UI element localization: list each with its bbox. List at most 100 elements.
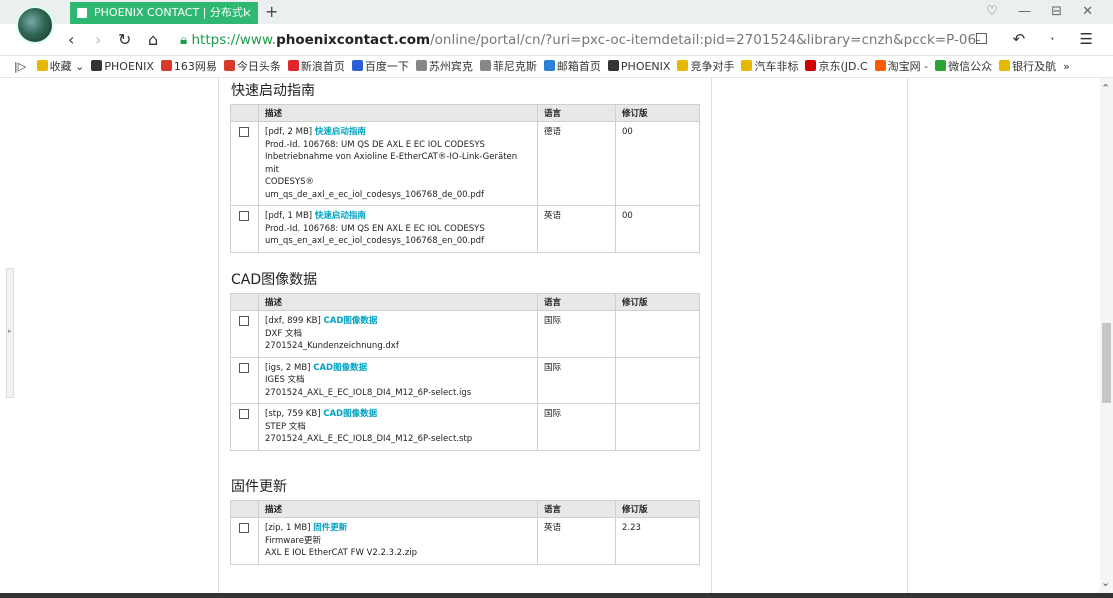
bookmark-label: 百度一下 [364,60,409,73]
lock-icon: 🔒︎ [180,32,192,48]
select-checkbox[interactable] [239,316,249,326]
forward-icon[interactable]: › [95,30,101,49]
browser-tab[interactable]: PHOENIX CONTACT | 分布式I × [70,2,258,24]
reload-icon[interactable]: ↻ [118,30,131,49]
language-cell: 国际 [537,403,616,451]
download-link[interactable]: 快速启动指南 [315,211,366,221]
cad-table: 描述 语言 修订版 [dxf, 899 KB] CAD图像数据 DXF 文档 270152… [230,293,700,451]
download-link[interactable]: CAD图像数据 [313,363,367,373]
window-controls[interactable]: ♡ — ⊟ ✕ [986,4,1101,19]
bookmark-label: 收藏 ⌄ [49,60,85,73]
bookmarks-bar: |▷ 收藏 ⌄ PHOENIX 163网易 今日头条 新浪首页 百度一下 苏州宾克 菲尼克斯 邮… [0,56,1113,78]
bookmark-label: 今日头条 [236,60,281,73]
bookmark-item[interactable]: 今日头条 [223,56,281,77]
checkbox-cell [230,517,259,565]
bookmark-label: 邮箱首页 [556,60,601,73]
file-meta: [pdf, 2 MB] [265,127,313,137]
table-row: [dxf, 899 KB] CAD图像数据 DXF 文档 2701524_Kunde… [230,310,700,358]
checkbox-cell [230,205,259,253]
description-cell: [pdf, 2 MB] 快速启动指南 Prod.-Id. 106768: UM Q… [258,121,538,206]
checkbox-cell [230,121,259,206]
sidebar-toggle-icon[interactable]: |▷ [14,56,26,77]
side-panel-handle[interactable]: ▸ [6,268,14,398]
download-link[interactable]: 固件更新 [313,523,347,533]
checkbox-cell [230,310,259,358]
description-line: 2701524_AXL_E_EC_IOL8_DI4_M12_6P-select.… [265,387,472,398]
bookmark-icon [999,60,1011,71]
bookmark-item[interactable]: 苏州宾克 [415,56,473,77]
description-line: Prod.-Id. 106768: UM QS EN AXL E EC IOL … [265,223,485,234]
vertical-scrollbar[interactable]: ⌃ ⌄ [1100,78,1113,593]
bookmark-icon [160,60,172,71]
bookmark-item[interactable]: 菲尼克斯 [479,56,537,77]
description-line: Inbetriebnahme von Axioline E-EtherCAT®-… [265,152,518,175]
url-host: phoenixcontact.com [276,32,431,48]
bookmark-item[interactable]: 收藏 ⌄ [36,56,85,77]
bookmark-item[interactable]: 163网易 [160,56,217,77]
section-title-firmware: 固件更新 [231,479,287,495]
header-revision: 修订版 [615,293,700,311]
column-divider [218,78,219,593]
bookmark-item[interactable]: PHOENIX [607,56,670,77]
bookmark-icon [874,60,886,71]
select-checkbox[interactable] [239,362,249,373]
scroll-up-icon[interactable]: ⌃ [1101,82,1110,95]
download-link[interactable]: CAD图像数据 [323,409,377,419]
bookmark-label: 微信公众 [948,60,993,73]
bookmark-icon [741,60,753,71]
description-line: 2701524_AXL_E_EC_IOL8_DI4_M12_6P-select.… [265,434,473,444]
download-link[interactable]: CAD图像数据 [324,316,378,326]
back-icon[interactable]: ‹ [68,30,74,49]
table-row: [stp, 759 KB] CAD图像数据 STEP 文档 2701524_AXL_… [230,403,700,451]
description-line: AXL E IOL EtherCAT FW V2.2.3.2.zip [265,548,418,558]
bookmark-icon [287,60,299,71]
quick-start-table: 描述 语言 修订版 [pdf, 2 MB] 快速启动指南 Prod.-Id. 10676… [230,104,700,253]
description-line: STEP 文档 [265,421,306,432]
select-checkbox[interactable] [239,127,249,137]
firmware-table: 描述 语言 修订版 [zip, 1 MB] 固件更新 Firmware更新 AXL E I… [230,500,700,565]
bookmark-item[interactable]: 银行及航 [999,56,1056,77]
bookmark-item[interactable]: 新浪首页 [287,56,345,77]
bookmark-item[interactable]: 汽车非标 [741,56,798,77]
description-line: CODESYS® [265,177,315,187]
header-checkbox-cell [230,500,259,518]
bookmark-item[interactable]: 微信公众 [935,56,993,77]
download-link[interactable]: 快速启动指南 [315,127,366,137]
bookmark-icon [935,60,947,71]
taskbar-strip [0,593,1113,598]
url-path: /online/portal/cn/?uri=pxc-oc-itemdetail… [430,32,980,48]
table-header-row: 描述 语言 修订版 [230,293,700,311]
header-language: 语言 [537,293,616,311]
bookmark-item[interactable]: 竞争对手 [677,56,734,77]
description-cell: [stp, 759 KB] CAD图像数据 STEP 文档 2701524_AXL_… [258,403,538,451]
tab-close-icon[interactable]: × [242,2,252,24]
new-tab-button[interactable]: + [265,2,278,21]
toolbar-right-icons[interactable]: ☐ ↶ · ☰ [974,30,1103,48]
header-language: 语言 [537,104,616,122]
language-cell: 德语 [537,121,616,206]
description-cell: [dxf, 899 KB] CAD图像数据 DXF 文档 2701524_Kunde… [258,310,538,358]
language-cell: 国际 [537,310,616,358]
user-avatar[interactable] [16,6,54,44]
bookmark-label: 京东(JD.C [818,60,868,73]
bookmark-label: » [1063,60,1070,73]
bookmark-item[interactable]: 邮箱首页 [543,56,601,77]
bookmark-icon [677,60,689,71]
bookmark-item[interactable]: 淘宝网 - [874,56,928,77]
revision-cell [615,403,700,451]
bookmark-item[interactable]: 京东(JD.C [805,56,868,77]
bookmark-item[interactable]: 百度一下 [351,56,409,77]
header-checkbox-cell [230,293,259,311]
home-icon[interactable]: ⌂ [148,30,158,49]
bookmark-item[interactable]: » [1063,56,1070,77]
bookmark-item[interactable]: PHOENIX [91,56,154,77]
description-cell: [igs, 2 MB] CAD图像数据 IGES 文档 2701524_AXL_E_… [258,356,538,404]
address-bar[interactable]: 🔒︎ https://www.phoenixcontact.com/online… [180,28,980,52]
language-cell: 国际 [537,356,616,404]
scrollbar-thumb[interactable] [1102,323,1111,403]
column-divider [907,78,908,593]
select-checkbox[interactable] [239,409,249,419]
select-checkbox[interactable] [239,211,249,221]
scroll-down-icon[interactable]: ⌄ [1101,576,1110,589]
select-checkbox[interactable] [239,523,249,533]
